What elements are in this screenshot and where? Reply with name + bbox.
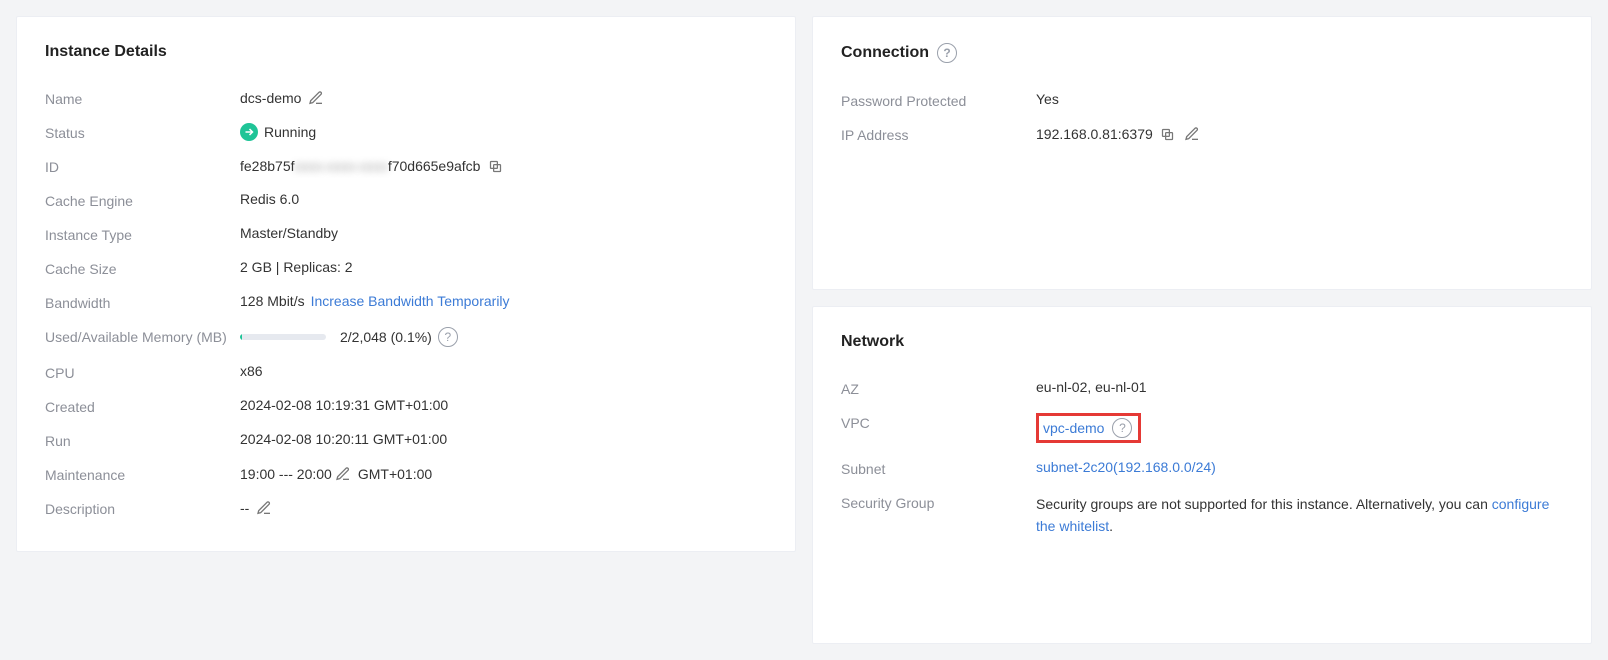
- copy-id-icon[interactable]: [486, 157, 504, 175]
- status-running-icon: [240, 123, 258, 141]
- label-run: Run: [45, 431, 240, 449]
- label-name: Name: [45, 89, 240, 107]
- vpc-help-icon[interactable]: ?: [1112, 418, 1132, 438]
- value-cpu: x86: [240, 363, 263, 379]
- connection-help-icon[interactable]: ?: [937, 43, 957, 63]
- label-cpu: CPU: [45, 363, 240, 381]
- vpc-link[interactable]: vpc-demo: [1043, 420, 1104, 436]
- edit-maintenance-icon[interactable]: [334, 465, 352, 483]
- value-ip: 192.168.0.81:6379: [1036, 126, 1153, 142]
- value-maintenance-tz: GMT+01:00: [358, 466, 432, 482]
- connection-title: Connection: [841, 44, 929, 62]
- edit-description-icon[interactable]: [255, 499, 273, 517]
- value-sg-suffix: .: [1109, 518, 1113, 534]
- label-password: Password Protected: [841, 91, 1036, 109]
- vpc-highlighted-box: vpc-demo ?: [1036, 413, 1141, 443]
- value-size: 2 GB | Replicas: 2: [240, 259, 353, 275]
- value-sg-prefix: Security groups are not supported for th…: [1036, 496, 1492, 512]
- label-engine: Cache Engine: [45, 191, 240, 209]
- value-id-suffix: f70d665e9afcb: [388, 158, 481, 174]
- memory-help-icon[interactable]: ?: [438, 327, 458, 347]
- label-description: Description: [45, 499, 240, 517]
- value-bandwidth: 128 Mbit/s: [240, 293, 305, 309]
- value-engine: Redis 6.0: [240, 191, 299, 207]
- copy-ip-icon[interactable]: [1159, 125, 1177, 143]
- value-type: Master/Standby: [240, 225, 338, 241]
- instance-details-title: Instance Details: [45, 43, 767, 61]
- increase-bandwidth-link[interactable]: Increase Bandwidth Temporarily: [311, 293, 510, 309]
- value-description: --: [240, 500, 249, 516]
- edit-ip-icon[interactable]: [1183, 125, 1201, 143]
- network-card: Network AZ eu-nl-02, eu-nl-01 VPC vpc-de…: [812, 306, 1592, 644]
- label-ip: IP Address: [841, 125, 1036, 143]
- value-az: eu-nl-02, eu-nl-01: [1036, 379, 1147, 395]
- label-az: AZ: [841, 379, 1036, 397]
- label-bandwidth: Bandwidth: [45, 293, 240, 311]
- label-id: ID: [45, 157, 240, 175]
- instance-details-card: Instance Details Name dcs-demo Status Ru…: [16, 16, 796, 552]
- memory-progress-bar: [240, 334, 326, 340]
- network-title: Network: [841, 333, 1563, 351]
- label-size: Cache Size: [45, 259, 240, 277]
- value-maintenance-window: 19:00 --- 20:00: [240, 466, 332, 482]
- label-subnet: Subnet: [841, 459, 1036, 477]
- label-memory: Used/Available Memory (MB): [45, 327, 240, 345]
- value-name: dcs-demo: [240, 90, 301, 106]
- connection-card: Connection ? Password Protected Yes IP A…: [812, 16, 1592, 290]
- label-maintenance: Maintenance: [45, 465, 240, 483]
- value-run: 2024-02-08 10:20:11 GMT+01:00: [240, 431, 447, 447]
- label-sg: Security Group: [841, 493, 1036, 511]
- value-memory: 2/2,048 (0.1%): [340, 329, 432, 345]
- value-status: Running: [264, 124, 316, 140]
- label-created: Created: [45, 397, 240, 415]
- value-id-masked: xxxx-xxxx-xxxx: [295, 158, 388, 174]
- subnet-link[interactable]: subnet-2c20(192.168.0.0/24): [1036, 459, 1216, 475]
- label-type: Instance Type: [45, 225, 240, 243]
- value-created: 2024-02-08 10:19:31 GMT+01:00: [240, 397, 448, 413]
- value-password: Yes: [1036, 91, 1059, 107]
- label-status: Status: [45, 123, 240, 141]
- value-id-prefix: fe28b75f: [240, 158, 295, 174]
- edit-name-icon[interactable]: [307, 89, 325, 107]
- label-vpc: VPC: [841, 413, 1036, 431]
